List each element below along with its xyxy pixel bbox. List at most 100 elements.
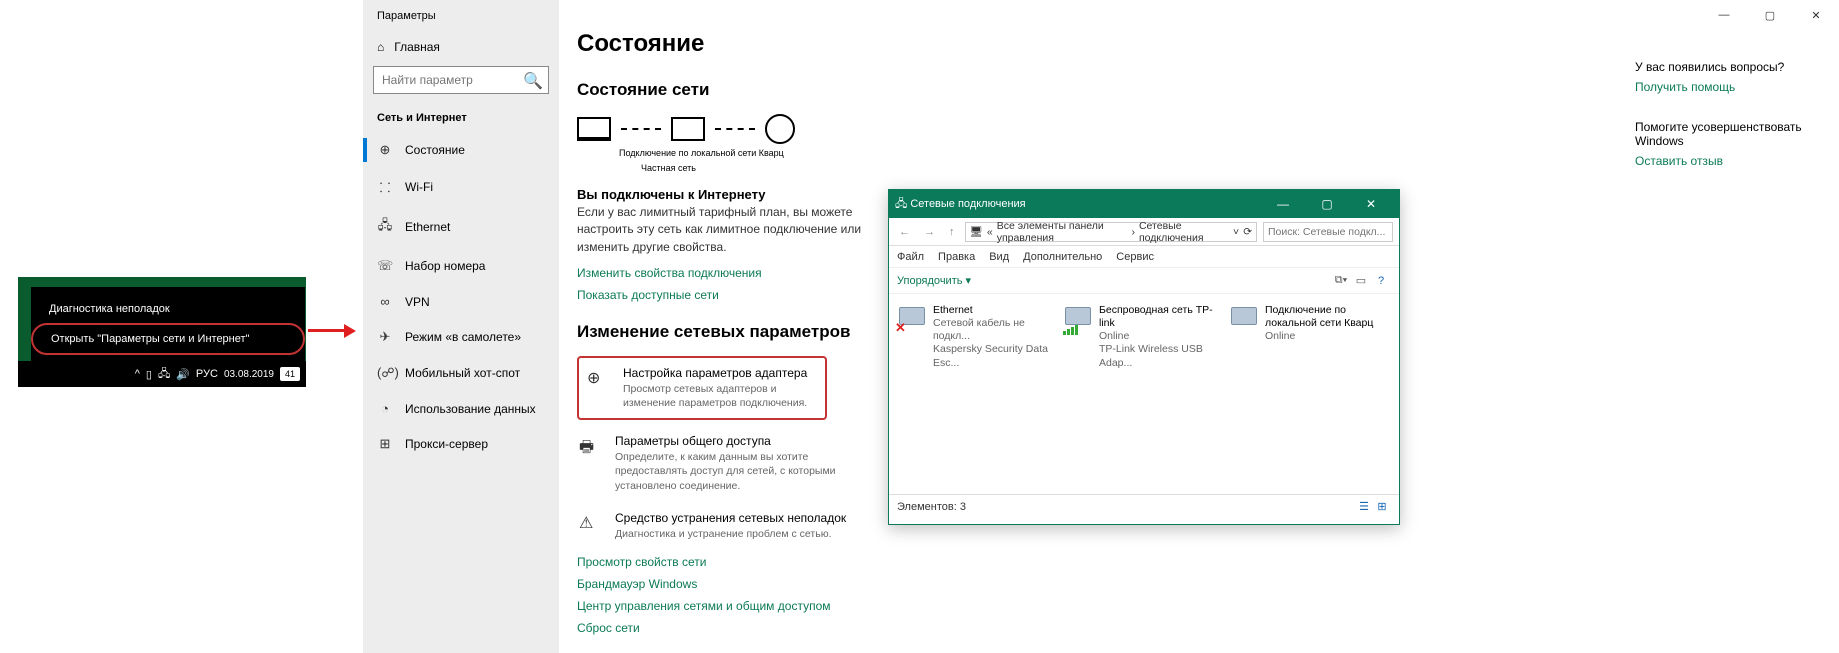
refresh-icon[interactable]: ⟳ [1243, 226, 1252, 238]
dialup-icon: ☏ [377, 258, 393, 274]
nav-hotspot[interactable]: (☍)Мобильный хот-спот [363, 355, 559, 391]
menu-item-open-settings[interactable]: Открыть "Параметры сети и Интернет" [31, 323, 305, 355]
menu-edit[interactable]: Правка [938, 251, 975, 263]
nav-datausage[interactable]: ◔Использование данных [363, 391, 559, 426]
menu-item-diagnostics[interactable]: Диагностика неполадок [31, 295, 305, 323]
tray-desktop-bg: Диагностика неполадок Открыть "Параметры… [18, 277, 306, 387]
ethernet-adapter-icon: ✕ [897, 304, 927, 334]
search-box[interactable]: 🔍 [373, 66, 549, 94]
menu-view[interactable]: Вид [989, 251, 1009, 263]
forward-button[interactable]: → [920, 226, 939, 238]
nc-maximize-button[interactable]: ▢ [1305, 197, 1349, 211]
page-title: Состояние [577, 30, 1811, 58]
signal-bars-icon [1063, 325, 1078, 335]
nav-status[interactable]: ⊕Состояние [363, 132, 559, 168]
preview-pane-icon[interactable]: ▭ [1351, 274, 1371, 287]
details-view-icon[interactable]: ☰ [1355, 500, 1373, 513]
connection-name: Подключение по локальной сети Кварц [619, 148, 1811, 159]
connection-item-lan[interactable]: Подключение по локальной сети Кварц Onli… [1229, 304, 1385, 370]
tray-chevron-icon[interactable]: ^ [135, 368, 140, 380]
link-get-help[interactable]: Получить помощь [1635, 80, 1815, 94]
globe-icon [765, 114, 795, 144]
nc-toolbar: Упорядочить ▾ ⧉▾ ▭ ? [889, 268, 1399, 294]
link-sharing-center[interactable]: Центр управления сетями и общим доступом [577, 599, 1811, 613]
nc-titlebar: 🖧 Сетевые подключения — ▢ ✕ [889, 190, 1399, 218]
status-icon: ⊕ [377, 142, 393, 158]
app-title: Параметры [363, 6, 559, 32]
connection-status: Сетевой кабель не подкл... [933, 317, 1053, 343]
connection-status: Online [1099, 330, 1219, 343]
view-layout-icon[interactable]: ⧉▾ [1331, 274, 1351, 287]
clock-date[interactable]: 03.08.2019 [224, 369, 274, 380]
address-bar[interactable]: 🖥 « Все элементы панели управления › Сет… [965, 222, 1258, 242]
bc-sep: « [987, 226, 993, 238]
control-panel-icon: 🖥 [970, 225, 983, 238]
nc-statusbar: Элементов: 3 ☰ ⊞ [889, 494, 1399, 518]
connection-device: TP-Link Wireless USB Adap... [1099, 343, 1219, 369]
nc-minimize-button[interactable]: — [1261, 197, 1305, 211]
connection-name: Ethernet [933, 304, 1053, 317]
option-troubleshoot[interactable]: ⚠ Средство устранения сетевых неполадок … [577, 507, 857, 545]
network-context-menu: Диагностика неполадок Открыть "Параметры… [31, 287, 305, 363]
link-feedback[interactable]: Оставить отзыв [1635, 154, 1815, 168]
nc-app-icon: 🖧 [895, 195, 907, 214]
ethernet-icon: 🖧 [377, 216, 393, 238]
feedback-question: Помогите усовершенствовать Windows [1635, 120, 1815, 148]
hotspot-icon: (☍) [377, 365, 393, 381]
connection-status: Online [1265, 330, 1385, 343]
taskbar: ^ ▯ 🖧 🔊 РУС 03.08.2019 41 [18, 361, 306, 387]
volume-icon[interactable]: 🔊 [176, 368, 190, 381]
link-network-props[interactable]: Просмотр свойств сети [577, 555, 1811, 569]
globe-icon: ⊕ [587, 366, 609, 410]
item-count: Элементов: 3 [897, 501, 966, 513]
help-question: У вас появились вопросы? [1635, 60, 1815, 74]
nc-search-input[interactable] [1263, 222, 1393, 242]
breadcrumb-2[interactable]: Сетевые подключения [1139, 220, 1225, 244]
help-icon[interactable]: ? [1371, 275, 1391, 287]
notification-count[interactable]: 41 [280, 367, 300, 381]
nav-home[interactable]: ⌂ Главная [363, 32, 559, 62]
option-desc: Определите, к каким данным вы хотите пре… [615, 450, 855, 493]
network-icon[interactable]: 🖧 [158, 365, 170, 384]
option-adapter-settings[interactable]: ⊕ Настройка параметров адаптера Просмотр… [577, 356, 827, 420]
organize-menu[interactable]: Упорядочить ▾ [897, 274, 971, 287]
nav-proxy[interactable]: ⊞Прокси-сервер [363, 426, 559, 462]
connection-item-ethernet[interactable]: ✕ Ethernet Сетевой кабель не подкл... Ka… [897, 304, 1053, 370]
up-button[interactable]: ↑ [945, 226, 959, 238]
connection-device: Kaspersky Security Data Esc... [933, 343, 1053, 369]
menu-service[interactable]: Сервис [1116, 251, 1154, 263]
nc-navbar: ← → ↑ 🖥 « Все элементы панели управления… [889, 218, 1399, 246]
menu-file[interactable]: Файл [897, 251, 924, 263]
link-reset[interactable]: Сброс сети [577, 621, 1811, 635]
link-firewall[interactable]: Брандмауэр Windows [577, 577, 1811, 591]
tiles-view-icon[interactable]: ⊞ [1373, 500, 1391, 513]
nav-home-label: Главная [394, 40, 440, 54]
menu-extra[interactable]: Дополнительно [1023, 251, 1102, 263]
nc-menubar: Файл Правка Вид Дополнительно Сервис [889, 246, 1399, 268]
red-arrow [308, 322, 356, 340]
section-header: Сеть и Интернет [363, 106, 559, 132]
wifi-adapter-icon [1063, 304, 1093, 334]
breadcrumb-1[interactable]: Все элементы панели управления [997, 220, 1128, 244]
proxy-icon: ⊞ [377, 436, 393, 452]
nav-ethernet[interactable]: 🖧Ethernet [363, 206, 559, 248]
section-state: Состояние сети [577, 80, 1811, 100]
connection-item-wifi[interactable]: Беспроводная сеть TP-link Online TP-Link… [1063, 304, 1219, 370]
disconnected-x-icon: ✕ [895, 320, 906, 336]
airplane-icon: ✈ [377, 329, 393, 345]
language-indicator[interactable]: РУС [196, 368, 218, 380]
connection-line-2 [715, 128, 755, 130]
battery-icon[interactable]: ▯ [146, 368, 152, 381]
nav-dialup[interactable]: ☏Набор номера [363, 248, 559, 284]
nc-title-text: Сетевые подключения [910, 198, 1025, 210]
nav-wifi[interactable]: ⸬Wi-Fi [363, 168, 559, 206]
chevron-down-icon[interactable]: ˅ [1233, 226, 1239, 238]
vpn-icon: ∞ [377, 294, 393, 309]
nc-close-button[interactable]: ✕ [1349, 197, 1393, 211]
option-sharing[interactable]: 🖶 Параметры общего доступа Определите, к… [577, 430, 857, 497]
connection-line [621, 128, 661, 130]
back-button[interactable]: ← [895, 226, 914, 238]
nav-airplane[interactable]: ✈Режим «в самолете» [363, 319, 559, 355]
nav-vpn[interactable]: ∞VPN [363, 284, 559, 319]
search-icon: 🔍 [523, 71, 543, 91]
